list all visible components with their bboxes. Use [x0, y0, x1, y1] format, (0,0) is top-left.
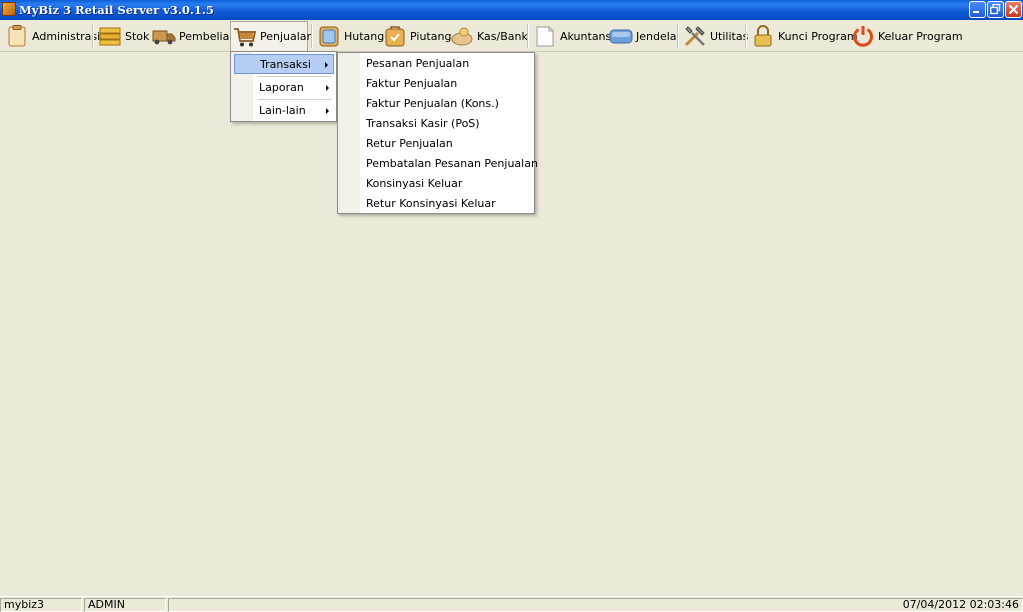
menu-item-pembatalan-pesanan[interactable]: Pembatalan Pesanan Penjualan [366, 157, 538, 170]
transaksi-submenu: Pesanan Penjualan Faktur Penjualan Faktu… [337, 52, 538, 214]
ledger-icon [319, 26, 339, 47]
toolbar-divider [92, 24, 94, 48]
status-bar: mybiz3 ADMIN 07/04/2012 02:03:46 [0, 596, 1023, 612]
document-icon [536, 26, 554, 47]
menu-item-label: Transaksi [260, 58, 311, 71]
menu-item-laporan[interactable]: Laporan [234, 78, 334, 98]
menu-hutang[interactable]: Hutang [315, 22, 386, 50]
menu-piutang[interactable]: Piutang [381, 22, 453, 50]
bag-icon [385, 26, 405, 47]
menu-icon-stripe [338, 53, 360, 213]
status-datetime: 07/04/2012 02:03:46 [168, 598, 1023, 612]
menu-label: Piutang [410, 29, 452, 43]
menu-item-pesanan-penjualan[interactable]: Pesanan Penjualan [366, 57, 469, 70]
menu-pembelian[interactable]: Pembelian [150, 22, 238, 50]
menu-stok[interactable]: Stok [96, 22, 151, 50]
power-icon [853, 26, 873, 47]
submenu-arrow-icon [325, 62, 328, 68]
toolbar-divider [677, 24, 679, 48]
status-database: mybiz3 [0, 598, 82, 612]
menu-jendela[interactable]: Jendela [607, 22, 679, 50]
menu-label: Keluar Program [878, 29, 963, 43]
menu-label: Kas/Bank [477, 29, 528, 43]
toolbar-divider [527, 24, 529, 48]
close-icon [1008, 4, 1019, 15]
stock-boxes-icon [99, 27, 121, 46]
minimize-icon [973, 11, 979, 13]
truck-icon [152, 30, 176, 45]
menu-kunci-program[interactable]: Kunci Program [749, 22, 860, 50]
submenu-arrow-icon [326, 108, 329, 114]
menu-utilitas[interactable]: Utilitas [681, 22, 750, 50]
status-user: ADMIN [84, 598, 166, 612]
restore-button[interactable] [987, 1, 1004, 18]
tools-icon [684, 26, 705, 47]
menu-divider [258, 99, 332, 100]
menu-label: Administrasi [32, 29, 101, 43]
menu-penjualan[interactable]: Penjualan [230, 21, 314, 51]
clipboard-icon [8, 25, 26, 47]
title-bar: MyBiz 3 Retail Server v3.0.1.5 [0, 0, 1023, 20]
minimize-button[interactable] [969, 1, 986, 18]
menu-label: Kunci Program [778, 29, 858, 43]
menu-label: Hutang [344, 29, 385, 43]
menu-administrasi[interactable]: Administrasi [3, 22, 102, 50]
menu-label: Penjualan [260, 30, 314, 43]
menu-label: Utilitas [710, 29, 749, 43]
window-icon [609, 29, 633, 44]
window-title: MyBiz 3 Retail Server v3.0.1.5 [19, 3, 214, 17]
menu-label: Jendela [636, 29, 677, 43]
menu-item-konsinyasi-keluar[interactable]: Konsinyasi Keluar [366, 177, 462, 190]
menu-kas-bank[interactable]: Kas/Bank [448, 22, 530, 50]
menu-item-label: Lain-lain [259, 104, 306, 117]
main-toolbar: Administrasi Stok Pembelian Penjualan Hu… [0, 20, 1023, 52]
menu-label: Stok [125, 29, 150, 43]
menu-divider [258, 76, 332, 77]
menu-label: Pembelian [179, 29, 237, 43]
toolbar-divider [745, 24, 747, 48]
menu-item-lain-lain[interactable]: Lain-lain [234, 101, 334, 121]
app-icon[interactable] [2, 2, 16, 16]
submenu-arrow-icon [326, 85, 329, 91]
menu-akuntansi[interactable]: Akuntansi [531, 22, 616, 50]
close-button[interactable] [1005, 1, 1022, 18]
menu-item-transaksi-kasir[interactable]: Transaksi Kasir (PoS) [366, 117, 480, 130]
restore-icon [990, 4, 1001, 15]
menu-item-retur-konsinyasi-keluar[interactable]: Retur Konsinyasi Keluar [366, 197, 496, 210]
menu-item-retur-penjualan[interactable]: Retur Penjualan [366, 137, 453, 150]
menu-keluar-program[interactable]: Keluar Program [849, 22, 965, 50]
lock-icon [754, 25, 772, 47]
menu-item-faktur-penjualan-kons[interactable]: Faktur Penjualan (Kons.) [366, 97, 499, 110]
menu-item-faktur-penjualan[interactable]: Faktur Penjualan [366, 77, 457, 90]
menu-item-label: Laporan [259, 81, 304, 94]
shopping-cart-icon [234, 27, 257, 46]
penjualan-dropdown: Transaksi Laporan Lain-lain [230, 51, 337, 122]
toolbar-divider [311, 24, 313, 48]
money-hand-icon [451, 27, 473, 46]
menu-item-transaksi[interactable]: Transaksi [234, 54, 334, 74]
